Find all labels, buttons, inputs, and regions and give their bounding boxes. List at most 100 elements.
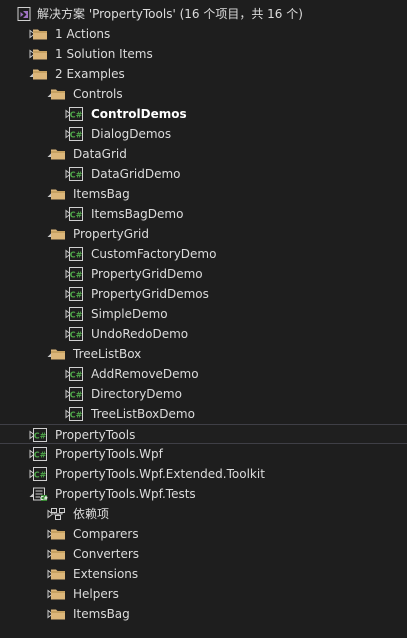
tree-item[interactable]: C# PropertyTools.Wpf.Tests: [0, 484, 407, 504]
svg-text:C#: C#: [70, 311, 83, 320]
tree-item[interactable]: C# PropertyGridDemo: [0, 264, 407, 284]
tree-item[interactable]: C# TreeListBoxDemo: [0, 404, 407, 424]
tree-item[interactable]: 解决方案 'PropertyTools' (16 个项目，共 16 个): [0, 4, 407, 24]
csharp-project-icon: C#: [68, 306, 84, 322]
svg-text:C#: C#: [70, 271, 83, 280]
svg-text:C#: C#: [70, 111, 83, 120]
svg-text:C#: C#: [70, 131, 83, 140]
folder-icon: [50, 586, 66, 602]
tree-item-label: Converters: [73, 547, 140, 561]
tree-item[interactable]: C# DataGridDemo: [0, 164, 407, 184]
tree-item-label: CustomFactoryDemo: [91, 247, 217, 261]
csharp-project-icon: C#: [68, 406, 84, 422]
folder-icon: [50, 346, 66, 362]
folder-icon: [50, 526, 66, 542]
tree-item[interactable]: C# PropertyTools.Wpf.Extended.Toolkit: [0, 464, 407, 484]
csharp-project-icon: C#: [32, 427, 48, 443]
solution-explorer-tree: 解决方案 'PropertyTools' (16 个项目，共 16 个) 1 Ac…: [0, 0, 407, 638]
csharp-project-icon: C#: [32, 446, 48, 462]
tree-item-label: DataGrid: [73, 147, 127, 161]
tree-item[interactable]: ItemsBag: [0, 604, 407, 624]
tree-item[interactable]: Helpers: [0, 584, 407, 604]
csharp-project-icon: C#: [68, 126, 84, 142]
csharp-project-icon: C#: [68, 326, 84, 342]
csharp-project-icon: C#: [68, 166, 84, 182]
tree-item[interactable]: Extensions: [0, 564, 407, 584]
tree-item[interactable]: C# CustomFactoryDemo: [0, 244, 407, 264]
tree-item-label: ItemsBagDemo: [91, 207, 184, 221]
tree-item[interactable]: DataGrid: [0, 144, 407, 164]
svg-text:C#: C#: [70, 251, 83, 260]
tree-item[interactable]: Controls: [0, 84, 407, 104]
tree-item-label: Helpers: [73, 587, 119, 601]
tree-item[interactable]: C# AddRemoveDemo: [0, 364, 407, 384]
tree-item[interactable]: C# DialogDemos: [0, 124, 407, 144]
tree-item[interactable]: C# UndoRedoDemo: [0, 324, 407, 344]
tree-item[interactable]: 依赖项: [0, 504, 407, 524]
tree-item-label: ItemsBag: [73, 607, 130, 621]
tree-item-label: PropertyTools.Wpf.Tests: [55, 487, 196, 501]
solution-icon: [16, 6, 32, 22]
tree-item-label: PropertyGridDemos: [91, 287, 209, 301]
svg-text:C#: C#: [34, 471, 47, 480]
csharp-project-icon: C#: [68, 366, 84, 382]
tree-item-label: 解决方案 'PropertyTools' (16 个项目，共 16 个): [37, 7, 303, 21]
csharp-project-icon: C#: [68, 246, 84, 262]
tree-item[interactable]: C# ControlDemos: [0, 104, 407, 124]
svg-text:C#: C#: [70, 211, 83, 220]
tree-item-label: DataGridDemo: [91, 167, 181, 181]
folder-icon: [50, 606, 66, 622]
svg-text:C#: C#: [70, 411, 83, 420]
folder-icon: [50, 566, 66, 582]
tree-item[interactable]: PropertyGrid: [0, 224, 407, 244]
svg-text:C#: C#: [34, 432, 47, 441]
csharp-project-icon: C#: [68, 106, 84, 122]
tree-item-label: PropertyTools.Wpf: [55, 447, 163, 461]
tree-rows: 解决方案 'PropertyTools' (16 个项目，共 16 个) 1 Ac…: [0, 4, 407, 624]
folder-icon: [50, 146, 66, 162]
tree-item-label: 1 Solution Items: [55, 47, 153, 61]
tree-item-label: PropertyGrid: [73, 227, 149, 241]
tree-item[interactable]: C# DirectoryDemo: [0, 384, 407, 404]
tree-item[interactable]: C# PropertyTools.Wpf: [0, 444, 407, 464]
tree-item-label: ControlDemos: [91, 107, 187, 121]
svg-text:C#: C#: [40, 496, 48, 502]
tree-item-label: 依赖项: [73, 507, 110, 521]
svg-text:C#: C#: [70, 371, 83, 380]
tree-item-label: TreeListBox: [73, 347, 142, 361]
csharp-project-icon: C#: [68, 286, 84, 302]
tree-item[interactable]: C# PropertyGridDemos: [0, 284, 407, 304]
tree-item-label: TreeListBoxDemo: [91, 407, 195, 421]
tree-item[interactable]: TreeListBox: [0, 344, 407, 364]
tree-item-label: Controls: [73, 87, 123, 101]
tree-item[interactable]: 1 Solution Items: [0, 44, 407, 64]
folder-icon: [32, 66, 48, 82]
tree-item-label: Comparers: [73, 527, 139, 541]
csharp-project-icon: C#: [32, 466, 48, 482]
tree-item[interactable]: C# SimpleDemo: [0, 304, 407, 324]
tree-item-label: PropertyTools: [55, 428, 136, 442]
tree-item-label: SimpleDemo: [91, 307, 168, 321]
folder-icon: [50, 186, 66, 202]
test-project-icon: C#: [32, 486, 48, 502]
tree-item[interactable]: C# PropertyTools: [0, 424, 407, 444]
folder-icon: [32, 46, 48, 62]
tree-item[interactable]: 1 Actions: [0, 24, 407, 44]
tree-item[interactable]: ItemsBag: [0, 184, 407, 204]
csharp-project-icon: C#: [68, 206, 84, 222]
tree-item[interactable]: Converters: [0, 544, 407, 564]
tree-item-label: PropertyGridDemo: [91, 267, 203, 281]
tree-item-label: DialogDemos: [91, 127, 172, 141]
tree-item-label: 1 Actions: [55, 27, 111, 41]
tree-item-label: ItemsBag: [73, 187, 130, 201]
folder-icon: [32, 26, 48, 42]
tree-item[interactable]: 2 Examples: [0, 64, 407, 84]
tree-item[interactable]: C# ItemsBagDemo: [0, 204, 407, 224]
svg-text:C#: C#: [70, 331, 83, 340]
svg-text:C#: C#: [70, 291, 83, 300]
tree-item[interactable]: Comparers: [0, 524, 407, 544]
svg-text:C#: C#: [70, 171, 83, 180]
svg-text:C#: C#: [34, 451, 47, 460]
folder-icon: [50, 546, 66, 562]
tree-item-label: AddRemoveDemo: [91, 367, 199, 381]
